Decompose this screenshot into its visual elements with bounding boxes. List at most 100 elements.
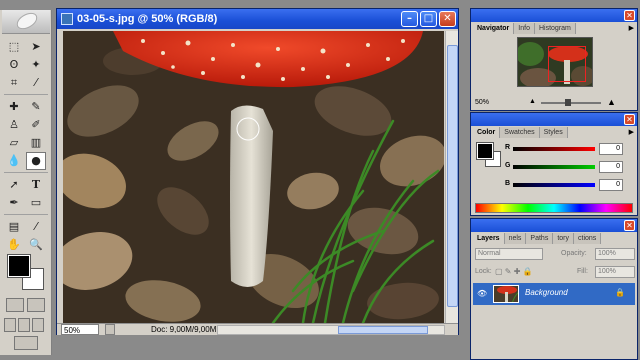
layer-thumbnail (493, 285, 519, 303)
zoom-out-icon[interactable]: ▲ (529, 98, 536, 105)
opacity-field[interactable]: 100% (595, 248, 635, 260)
eyedropper-icon[interactable]: ⁄ (26, 218, 46, 236)
color-spectrum-bar[interactable] (475, 203, 633, 213)
gradient-icon[interactable]: ▥ (26, 134, 46, 152)
lock-icon: 🔒 (615, 288, 625, 297)
pen-icon[interactable]: ✒ (4, 194, 24, 212)
shape-icon[interactable]: ▭ (26, 194, 46, 212)
navigator-thumbnail[interactable] (517, 37, 593, 87)
blend-mode-select[interactable]: Normal (475, 248, 543, 260)
navigator-view-rect[interactable] (548, 46, 586, 82)
document-title-bar[interactable]: 03-05-s.jpg @ 50% (RGB/8) – □ ✕ (57, 9, 458, 29)
panel-menu-icon[interactable]: ▶ (629, 128, 634, 136)
color-panel: ✕ Color Swatches Styles ▶ R 0 G 0 B 0 (470, 112, 638, 216)
magic-wand-icon[interactable]: ✦ (26, 56, 46, 74)
standard-mode-icon[interactable] (6, 298, 24, 312)
tab-info[interactable]: Info (514, 23, 535, 34)
panel-menu-icon[interactable]: ▶ (629, 24, 634, 32)
foreground-color-box[interactable] (476, 142, 494, 160)
tab-paths[interactable]: Paths (526, 233, 554, 244)
red-channel-row: R 0 (505, 143, 635, 157)
horizontal-scrollbar[interactable] (217, 325, 445, 335)
navigator-zoom-value[interactable]: 50% (475, 99, 501, 109)
hand-icon[interactable]: ✋ (4, 236, 24, 254)
screen-mode-standard-icon[interactable] (4, 318, 16, 332)
panel-close-icon[interactable]: ✕ (624, 10, 635, 21)
layer-name: Background (525, 288, 568, 297)
layers-panel-titlebar[interactable]: ✕ (471, 219, 637, 232)
slice-icon[interactable]: ⁄ (26, 74, 46, 92)
color-tabs: Color Swatches Styles (473, 127, 635, 138)
vertical-scrollbar[interactable] (445, 31, 458, 323)
tab-history[interactable]: tory (553, 233, 574, 244)
green-value-field[interactable]: 0 (599, 161, 623, 173)
zoom-field[interactable]: 50% (61, 324, 99, 335)
photoshop-feather-icon[interactable] (2, 10, 50, 34)
status-bar: 50% Doc: 9,00M/9,00M (57, 323, 458, 335)
lock-fill-row: Lock: ▢ ✎ ✚ 🔒 Fill: 100% (473, 265, 635, 279)
lasso-icon[interactable]: ʘ (4, 56, 24, 74)
status-menu-icon[interactable] (105, 324, 115, 335)
tab-color[interactable]: Color (473, 127, 501, 138)
tab-channels[interactable]: nels (504, 233, 527, 244)
image-canvas[interactable] (63, 31, 444, 323)
close-button[interactable]: ✕ (439, 11, 456, 27)
maximize-button[interactable]: □ (420, 11, 437, 27)
blue-value-field[interactable]: 0 (599, 179, 623, 191)
tab-histogram[interactable]: Histogram (534, 23, 576, 34)
opacity-label: Opacity: (561, 250, 587, 257)
history-brush-icon[interactable]: ✐ (26, 116, 46, 134)
notes-icon[interactable]: ▤ (4, 218, 24, 236)
tab-styles[interactable]: Styles (539, 127, 568, 138)
document-size-info: Doc: 9,00M/9,00M (151, 325, 217, 334)
panel-close-icon[interactable]: ✕ (624, 114, 635, 125)
blend-opacity-row: Normal Opacity: 100% (473, 247, 635, 261)
navigator-tabs: Navigator Info Histogram (473, 23, 635, 34)
brush-icon[interactable]: ✎ (26, 98, 46, 116)
zoom-icon[interactable]: 🔍 (26, 236, 46, 254)
screen-mode-full-icon[interactable] (32, 318, 44, 332)
tab-actions[interactable]: ctions (574, 233, 602, 244)
lock-label: Lock: (475, 268, 492, 275)
document-title: 03-05-s.jpg @ 50% (RGB/8) (77, 13, 218, 25)
blue-slider[interactable] (513, 183, 595, 187)
green-slider[interactable] (513, 165, 595, 169)
screen-mode-menubar-icon[interactable] (18, 318, 30, 332)
red-value-field[interactable]: 0 (599, 143, 623, 155)
jump-to-imageready-icon[interactable] (14, 336, 38, 350)
tab-navigator[interactable]: Navigator (473, 23, 515, 34)
navigator-panel: ✕ Navigator Info Histogram ▶ 50% ▲ ▲ (470, 8, 638, 111)
color-panel-titlebar[interactable]: ✕ (471, 113, 637, 126)
marquee-icon[interactable]: ⬚ (4, 38, 24, 56)
fill-label: Fill: (577, 268, 588, 275)
lock-icons[interactable]: ▢ ✎ ✚ 🔒 (495, 265, 533, 279)
fill-field[interactable]: 100% (595, 266, 635, 278)
navigator-panel-titlebar[interactable]: ✕ (471, 9, 637, 22)
eye-icon[interactable]: 👁 (477, 289, 487, 299)
toolbox: ⬚ ➤ ʘ ✦ ⌗ ⁄ ✚ ✎ ♙ ✐ ▱ ▥ 💧 ● ➚ T ✒ ▭ ▤ ⁄ … (0, 10, 52, 355)
minimize-button[interactable]: – (401, 11, 418, 27)
layers-panel: ✕ Layers nels Paths tory ctions Normal O… (470, 218, 638, 360)
blue-channel-row: B 0 (505, 179, 635, 193)
mushroom-photo (63, 31, 444, 323)
move-icon[interactable]: ➤ (26, 38, 46, 56)
foreground-color-swatch[interactable] (7, 254, 31, 278)
tab-swatches[interactable]: Swatches (500, 127, 540, 138)
document-window: 03-05-s.jpg @ 50% (RGB/8) – □ ✕ 50% Doc:… (56, 8, 459, 335)
navigator-zoom-slider[interactable] (541, 99, 601, 106)
path-select-icon[interactable]: ➚ (4, 176, 24, 194)
stamp-icon[interactable]: ♙ (4, 116, 24, 134)
quickmask-mode-icon[interactable] (27, 298, 45, 312)
red-slider[interactable] (513, 147, 595, 151)
crop-icon[interactable]: ⌗ (4, 74, 24, 92)
green-channel-row: G 0 (505, 161, 635, 175)
dodge-icon[interactable]: ● (26, 152, 46, 170)
layer-row-background[interactable]: 👁 Background 🔒 (473, 283, 635, 305)
tab-layers[interactable]: Layers (473, 233, 505, 244)
healing-icon[interactable]: ✚ (4, 98, 24, 116)
zoom-in-icon[interactable]: ▲ (607, 97, 616, 107)
blur-icon[interactable]: 💧 (4, 152, 24, 170)
type-icon[interactable]: T (26, 176, 46, 194)
panel-close-icon[interactable]: ✕ (624, 220, 635, 231)
eraser-icon[interactable]: ▱ (4, 134, 24, 152)
